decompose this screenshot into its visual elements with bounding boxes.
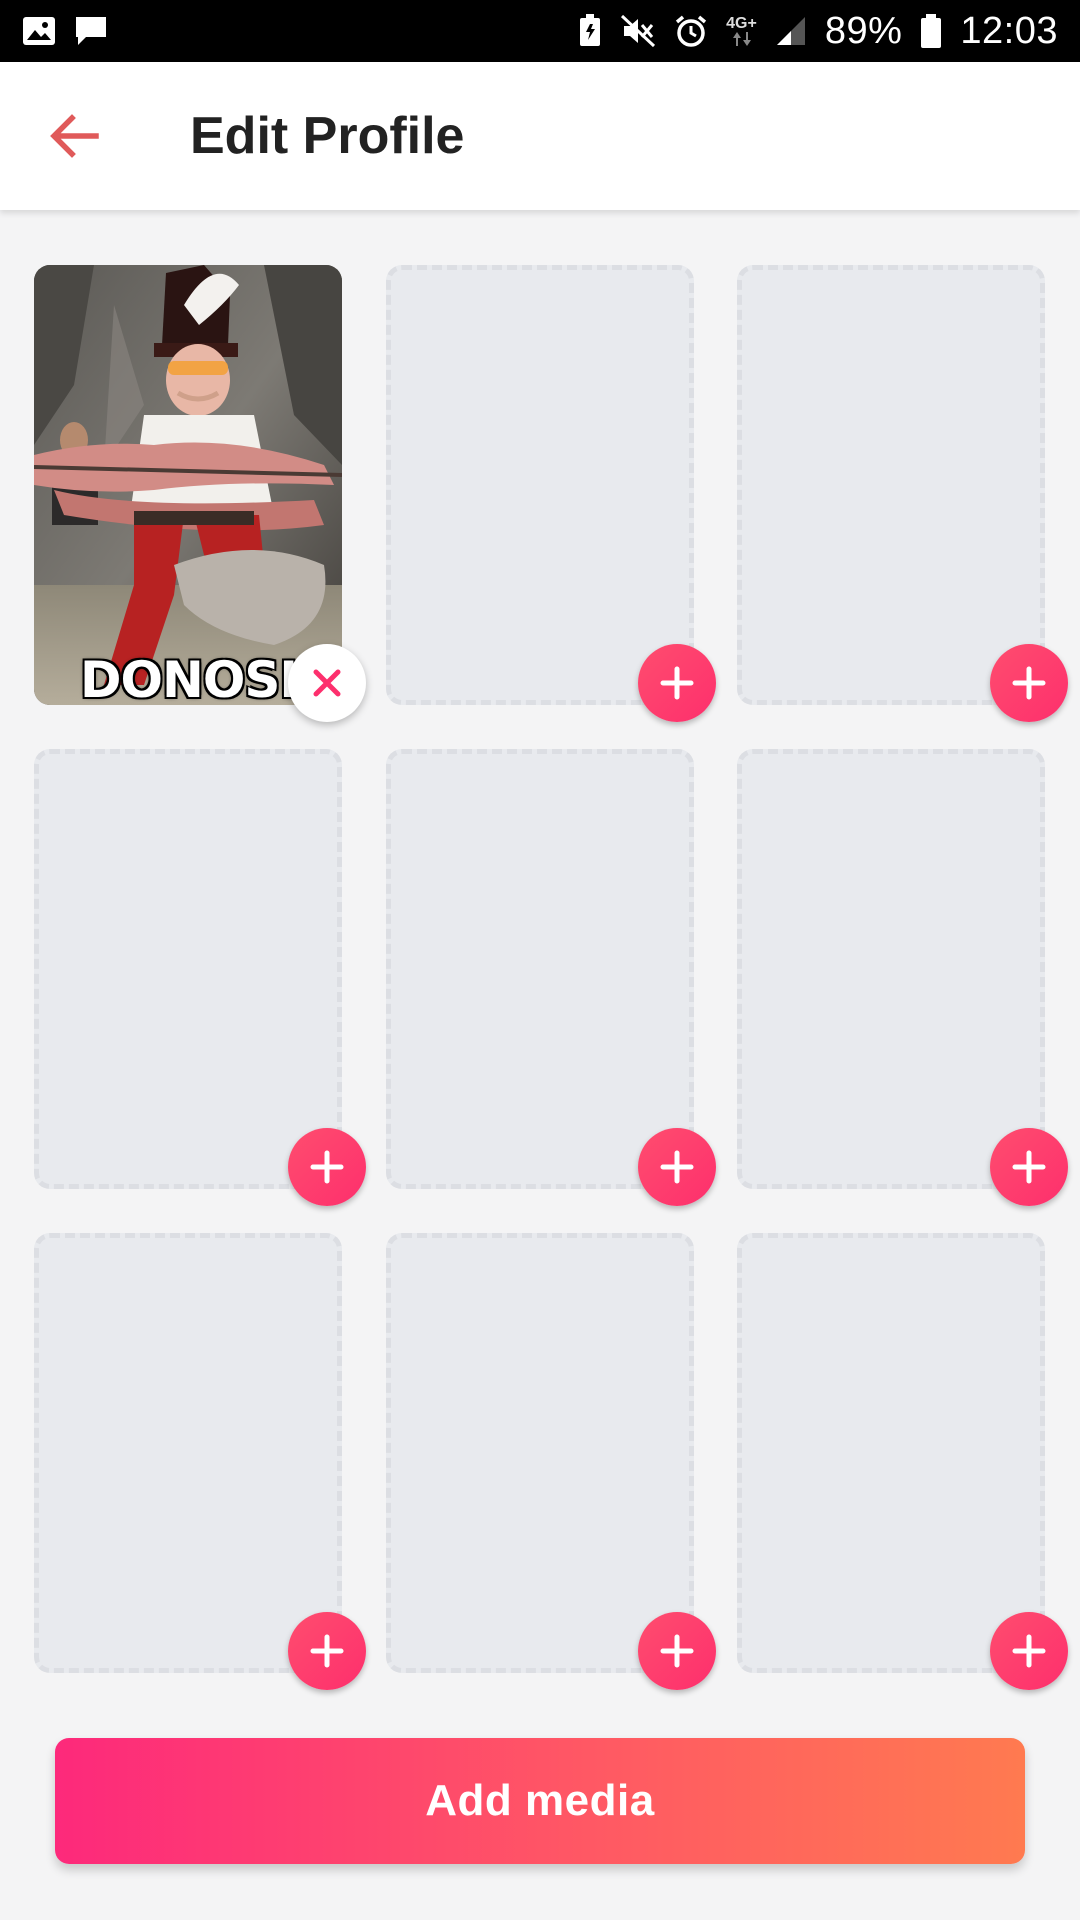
photo-slot-4[interactable] [34,749,342,1189]
add-photo-button[interactable] [638,1128,716,1206]
clock: 12:03 [960,9,1058,52]
plus-icon [1012,666,1046,700]
photo-slot-6[interactable] [737,749,1045,1189]
network-type-label: 4G+ [726,15,757,32]
photo-slot-5[interactable] [386,749,694,1189]
add-photo-button[interactable] [288,1128,366,1206]
add-photo-button[interactable] [990,1128,1068,1206]
status-bar-notifications [22,15,108,47]
add-photo-button[interactable] [990,1612,1068,1690]
alarm-icon [674,14,708,48]
photo-slot-3[interactable] [737,265,1045,705]
add-photo-button[interactable] [990,644,1068,722]
add-photo-button[interactable] [638,644,716,722]
plus-icon [1012,1634,1046,1668]
add-media-button[interactable]: Add media [55,1738,1025,1864]
arrow-left-icon [50,114,99,158]
image-notification-icon [22,16,56,46]
back-button[interactable] [36,98,112,174]
status-bar: 4G+ 89% 12:03 [0,0,1080,62]
add-photo-button[interactable] [288,1612,366,1690]
remove-photo-button[interactable] [288,644,366,722]
plus-icon [1012,1150,1046,1184]
add-photo-button[interactable] [638,1612,716,1690]
mute-icon [620,14,656,48]
add-media-label: Add media [425,1776,655,1825]
plus-icon [660,666,694,700]
battery-icon [920,13,942,49]
photo-slot-9[interactable] [737,1233,1045,1673]
app-bar: Edit Profile [0,62,1080,210]
status-bar-system: 4G+ 89% 12:03 [578,10,1058,53]
photo-slot-1[interactable]: DONOSIK [34,265,342,705]
page-title: Edit Profile [190,107,465,165]
plus-icon [310,1634,344,1668]
photo-slot-7[interactable] [34,1233,342,1673]
photo-slot-2[interactable] [386,265,694,705]
plus-icon [660,1634,694,1668]
network-type-indicator: 4G+ [726,16,757,46]
photo-slot-8[interactable] [386,1233,694,1673]
battery-percent: 89% [824,9,903,52]
plus-icon [660,1150,694,1184]
data-activity-icon [732,32,751,46]
battery-saver-icon [578,14,602,48]
close-icon [313,669,341,697]
plus-icon [310,1150,344,1184]
profile-photo-image [34,265,342,705]
message-notification-icon [74,15,108,47]
signal-icon [775,15,807,47]
